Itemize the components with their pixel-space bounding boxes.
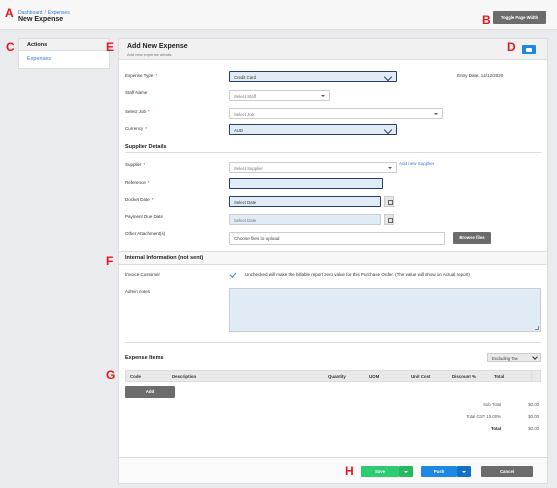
marker-b: B xyxy=(482,13,491,27)
attachments-input[interactable]: Choose files to upload xyxy=(229,232,445,245)
caret-down-icon xyxy=(388,167,392,169)
marker-h: H xyxy=(345,464,354,478)
marker-a: A xyxy=(5,6,14,20)
internal-info-band: Internal Information (not sent) xyxy=(119,251,547,265)
select-job-select[interactable]: Select Job xyxy=(229,108,443,119)
save-button[interactable]: Save xyxy=(361,466,399,477)
caret-down-icon xyxy=(434,113,438,115)
actions-sidebar: Actions Expenses xyxy=(18,38,110,69)
page-title: New Expense xyxy=(18,16,64,23)
subtotal-value: $0.00 xyxy=(528,402,539,407)
sidebar-item-expenses[interactable]: Expenses xyxy=(19,51,109,62)
marker-c: C xyxy=(6,40,15,54)
panel-subtitle: Add new expense details xyxy=(127,52,172,57)
tax-mode-select[interactable]: Excluding Tax xyxy=(487,353,541,362)
docket-date-label: Docket Date * xyxy=(125,197,154,202)
column-header: Unit Cost xyxy=(411,374,431,379)
divider xyxy=(125,152,541,153)
add-expense-panel: Add New Expense Add new expense details … xyxy=(118,38,548,484)
browse-files-button[interactable]: Browse files xyxy=(453,232,491,244)
reference-input[interactable] xyxy=(229,178,383,189)
marker-g: G xyxy=(106,368,116,382)
expense-items-heading: Expense Items xyxy=(125,355,164,361)
payment-due-label: Payment Due Date xyxy=(125,214,164,219)
column-header: Total xyxy=(494,374,505,379)
currency-label: Currency * xyxy=(125,126,148,131)
marker-d: D xyxy=(507,40,516,54)
chevron-down-icon xyxy=(532,354,538,360)
caret-down-icon xyxy=(321,95,325,97)
sidebar-heading: Actions xyxy=(19,39,109,51)
push-options-caret-icon[interactable] xyxy=(457,466,471,477)
calendar-icon[interactable] xyxy=(384,214,394,225)
save-options-caret-icon[interactable] xyxy=(399,466,413,477)
gst-label: Total GST 10.00% xyxy=(466,414,501,419)
invoice-customer-label: Invoice Customer xyxy=(125,272,161,277)
entry-date: Entry Date: 14/12/2020 xyxy=(457,73,504,78)
payment-due-input[interactable]: Select Date xyxy=(229,214,381,225)
select-job-label: Select Job * xyxy=(125,109,150,114)
resize-handle-icon[interactable] xyxy=(535,326,539,330)
panel-header: Add New Expense Add new expense details xyxy=(119,39,547,60)
supplier-details-heading: Supplier Details xyxy=(125,144,167,150)
supplier-label: Supplier * xyxy=(125,162,146,167)
docket-date-input[interactable]: Select Date xyxy=(229,196,381,207)
admin-notes-label: Admin notes xyxy=(125,289,151,294)
add-item-button[interactable]: Add xyxy=(125,386,175,398)
push-button[interactable]: Push xyxy=(421,466,457,477)
invoice-customer-checkbox[interactable] xyxy=(229,271,236,278)
column-header: Quantity xyxy=(328,374,346,379)
staff-name-label: Staff Name xyxy=(125,90,148,95)
chevron-down-icon xyxy=(383,72,393,82)
internal-info-heading: Internal Information (not sent) xyxy=(125,255,204,261)
expense-type-label: Expense Type * xyxy=(125,73,158,78)
total-value: $0.00 xyxy=(528,426,539,431)
column-header: Description xyxy=(172,374,197,379)
currency-select[interactable]: AUD xyxy=(229,124,397,135)
panel-title: Add New Expense xyxy=(127,43,188,50)
marker-f: F xyxy=(106,254,114,268)
subtotal-label: Sub Total xyxy=(483,402,501,407)
column-header: Code xyxy=(130,374,141,379)
attachments-label: Other Attachment(s) xyxy=(125,231,166,236)
marker-e: E xyxy=(106,40,115,54)
divider xyxy=(125,342,541,343)
admin-notes-textarea[interactable] xyxy=(229,288,541,332)
column-header: UOM xyxy=(369,374,380,379)
toggle-page-width-button[interactable]: Toggle Page Width xyxy=(493,11,546,24)
gst-value: $0.00 xyxy=(528,414,539,419)
cancel-button[interactable]: Cancel xyxy=(481,466,533,477)
expense-type-select[interactable]: Credit Card xyxy=(229,71,397,82)
column-header: Discount % xyxy=(452,374,476,379)
items-table-header: Code Description Quantity UOM Unit Cost … xyxy=(125,370,541,382)
add-new-supplier-link[interactable]: Add new Supplier xyxy=(399,161,434,166)
supplier-select[interactable]: Select Supplier xyxy=(229,162,397,173)
chevron-down-icon xyxy=(383,125,393,135)
calendar-icon[interactable] xyxy=(384,196,394,207)
printer-icon[interactable] xyxy=(522,45,536,54)
invoice-customer-note: Unchecked will make the billable report … xyxy=(245,272,470,277)
form-footer: Save Push Cancel xyxy=(119,457,547,483)
top-bar: Dashboard / Expenses New Expense Toggle Pa… xyxy=(0,0,557,30)
staff-name-select[interactable]: Select Staff xyxy=(229,90,330,101)
table-scroll-stub xyxy=(531,371,540,381)
total-label: Total xyxy=(491,426,501,431)
reference-label: Reference * xyxy=(125,180,150,185)
